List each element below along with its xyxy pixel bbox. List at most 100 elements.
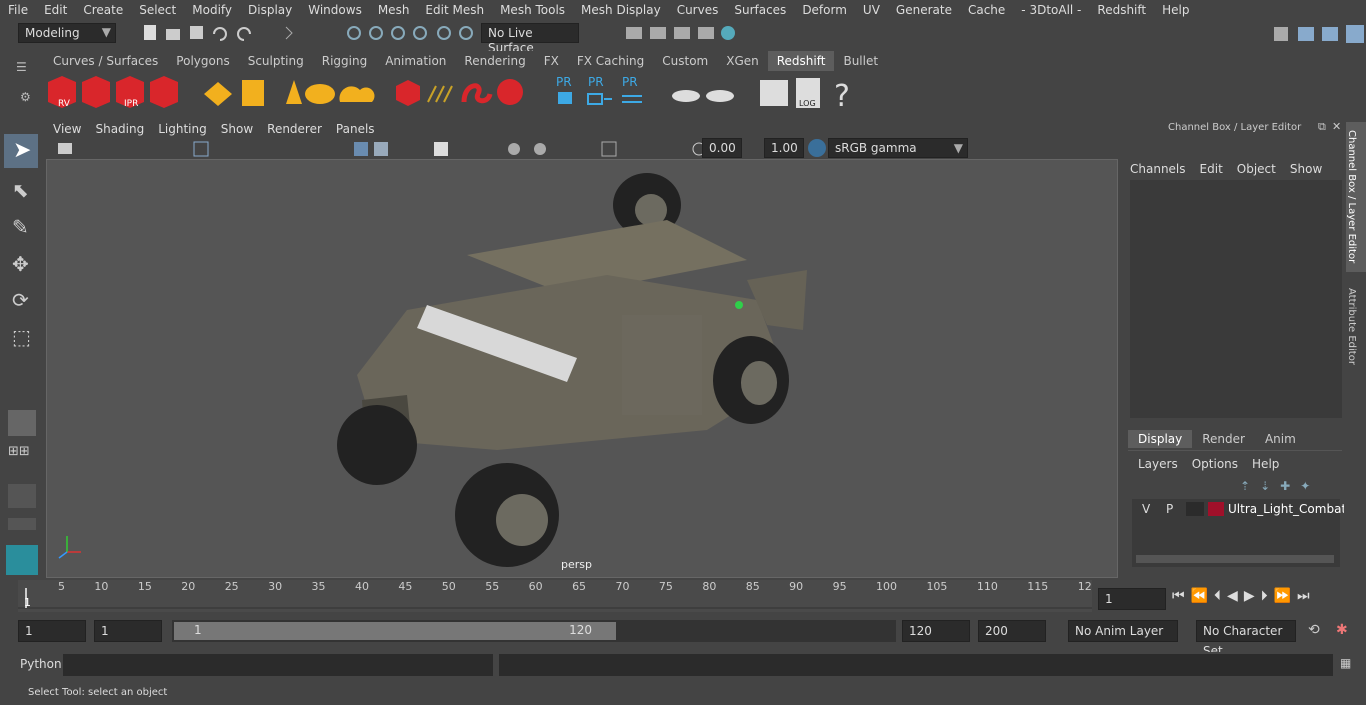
current-frame-field[interactable]: 1 <box>1098 588 1166 610</box>
tab-channel-box-vertical[interactable]: Channel Box / Layer Editor <box>1346 122 1366 272</box>
gamma-field[interactable]: 1.00 <box>764 138 804 158</box>
tab-fx-caching[interactable]: FX Caching <box>567 51 654 71</box>
tab-fx[interactable]: FX <box>534 51 568 71</box>
menu-mesh-display[interactable]: Mesh Display <box>573 0 669 20</box>
menu-help[interactable]: Help <box>1154 0 1197 20</box>
menu-file[interactable]: File <box>0 0 36 20</box>
script-editor-icon[interactable]: ▦ <box>1340 656 1351 670</box>
rs-render-sequence-icon[interactable] <box>82 76 110 108</box>
cb-menu-channels[interactable]: Channels <box>1130 162 1186 176</box>
rs-mesh-icon[interactable] <box>396 80 420 106</box>
start-time-field[interactable]: 1 <box>18 620 86 642</box>
menu-curves[interactable]: Curves <box>669 0 727 20</box>
menu-cache[interactable]: Cache <box>960 0 1013 20</box>
step-back-key-icon[interactable]: ⏪ <box>1191 588 1208 604</box>
proxy-export-icon[interactable] <box>558 92 572 104</box>
tab-redshift[interactable]: Redshift <box>767 51 835 71</box>
go-to-start-icon[interactable]: ⏮ <box>1172 588 1185 604</box>
layer-menu-help[interactable]: Help <box>1252 457 1279 471</box>
paint-select-icon[interactable]: ✎ <box>12 215 29 239</box>
character-set-dropdown[interactable]: No Character Set <box>1196 620 1296 658</box>
new-layer-icon[interactable]: ✚ <box>1280 479 1290 493</box>
rotate-tool-icon[interactable]: ⟳ <box>12 288 29 312</box>
workspace-icons[interactable] <box>1270 23 1366 43</box>
menu-mesh[interactable]: Mesh <box>370 0 418 20</box>
tab-animation[interactable]: Animation <box>376 51 456 71</box>
channel-list[interactable] <box>1130 180 1342 418</box>
tab-rigging[interactable]: Rigging <box>312 51 377 71</box>
rs-bake-options-icon[interactable] <box>706 90 734 102</box>
play-backward-icon[interactable]: ◀ <box>1227 588 1238 604</box>
new-layer-selected-icon[interactable]: ✦ <box>1300 479 1310 493</box>
step-forward-frame-icon[interactable]: ⏵ <box>1261 588 1268 604</box>
select-tool-button[interactable]: ➤ <box>4 134 38 168</box>
shelf-gear-icon[interactable]: ⚙ <box>20 90 31 104</box>
layout-single-button[interactable] <box>8 410 36 436</box>
colorspace-dropdown[interactable]: sRGB gamma ▼ <box>828 138 968 158</box>
tab-render[interactable]: Render <box>1192 430 1255 448</box>
tab-polygons[interactable]: Polygons <box>167 51 239 71</box>
end-time-field[interactable]: 200 <box>978 620 1046 642</box>
go-to-end-icon[interactable]: ⏭ <box>1297 588 1310 604</box>
range-slider[interactable]: 1 120 <box>172 620 896 642</box>
render-tool-icons[interactable] <box>600 23 750 43</box>
rs-area-light-icon[interactable] <box>242 80 264 106</box>
tab-sculpting[interactable]: Sculpting <box>238 51 313 71</box>
viewport-3d[interactable]: persp <box>46 159 1118 578</box>
move-layer-up-icon[interactable]: ⇡ <box>1240 479 1250 493</box>
anim-prefs-icon[interactable]: ✱ <box>1336 622 1348 638</box>
color-management-icon[interactable] <box>808 139 826 157</box>
mode-dropdown[interactable]: Modeling ▼ <box>18 23 116 43</box>
layout-two-button[interactable] <box>8 484 36 508</box>
layer-visibility-toggle[interactable]: V <box>1142 502 1150 516</box>
layer-type-toggle[interactable] <box>1186 502 1204 516</box>
cmd-language-label[interactable]: Python <box>20 657 62 671</box>
tab-curves-surfaces[interactable]: Curves / Surfaces <box>44 51 168 71</box>
status-tool-icons[interactable] <box>140 23 480 43</box>
proxy-import-icon[interactable] <box>587 93 612 105</box>
vmenu-panels[interactable]: Panels <box>329 120 382 138</box>
proxy-convert-icon[interactable] <box>622 95 642 103</box>
menu-mesh-tools[interactable]: Mesh Tools <box>492 0 573 20</box>
rs-proxy-icon[interactable] <box>204 82 232 106</box>
cmd-input[interactable] <box>63 654 493 676</box>
menu-deform[interactable]: Deform <box>794 0 855 20</box>
layer-scrollbar[interactable] <box>1136 555 1334 563</box>
menu-generate[interactable]: Generate <box>888 0 960 20</box>
close-icon[interactable]: ✕ <box>1332 120 1341 133</box>
rs-material-icon[interactable] <box>497 79 523 105</box>
layout-four-button[interactable]: ⊞⊞ <box>8 444 36 472</box>
menu-uv[interactable]: UV <box>855 0 888 20</box>
float-icon[interactable]: ⧉ <box>1318 120 1326 134</box>
rs-script-icon[interactable] <box>760 80 788 106</box>
layer-menu-options[interactable]: Options <box>1192 457 1238 471</box>
menu-surfaces[interactable]: Surfaces <box>726 0 794 20</box>
menu-3dtoall[interactable]: - 3DtoAll - <box>1013 0 1089 20</box>
exposure-field[interactable]: 0.00 <box>702 138 742 158</box>
rs-hair-icon[interactable] <box>427 85 453 103</box>
help-icon[interactable]: ? <box>834 79 850 114</box>
playback-end-field[interactable]: 120 <box>902 620 970 642</box>
tab-anim[interactable]: Anim <box>1255 430 1306 448</box>
menu-modify[interactable]: Modify <box>184 0 240 20</box>
layer-menu-layers[interactable]: Layers <box>1138 457 1178 471</box>
vmenu-view[interactable]: View <box>46 120 88 138</box>
auto-key-icon[interactable]: ⟲ <box>1308 622 1320 638</box>
vmenu-renderer[interactable]: Renderer <box>260 120 329 138</box>
cb-menu-object[interactable]: Object <box>1237 162 1276 176</box>
vmenu-shading[interactable]: Shading <box>88 120 151 138</box>
menu-edit-mesh[interactable]: Edit Mesh <box>417 0 492 20</box>
step-back-frame-icon[interactable]: ⏴ <box>1214 588 1221 604</box>
tab-attribute-editor-vertical[interactable]: Attribute Editor <box>1346 282 1366 382</box>
layer-playback-toggle[interactable]: P <box>1166 502 1173 516</box>
vmenu-lighting[interactable]: Lighting <box>151 120 214 138</box>
viewport-icon-row[interactable] <box>54 139 704 159</box>
menu-edit[interactable]: Edit <box>36 0 75 20</box>
layer-name[interactable]: Ultra_Light_Combat_V <box>1228 502 1360 516</box>
lasso-tool-icon[interactable]: ⬉ <box>12 178 29 202</box>
menu-windows[interactable]: Windows <box>300 0 370 20</box>
rs-sun-sky-icon[interactable] <box>339 86 375 102</box>
playback-start-field[interactable]: 1 <box>94 620 162 642</box>
layer-color-swatch[interactable] <box>1208 502 1224 516</box>
move-tool-icon[interactable]: ✥ <box>12 252 29 276</box>
